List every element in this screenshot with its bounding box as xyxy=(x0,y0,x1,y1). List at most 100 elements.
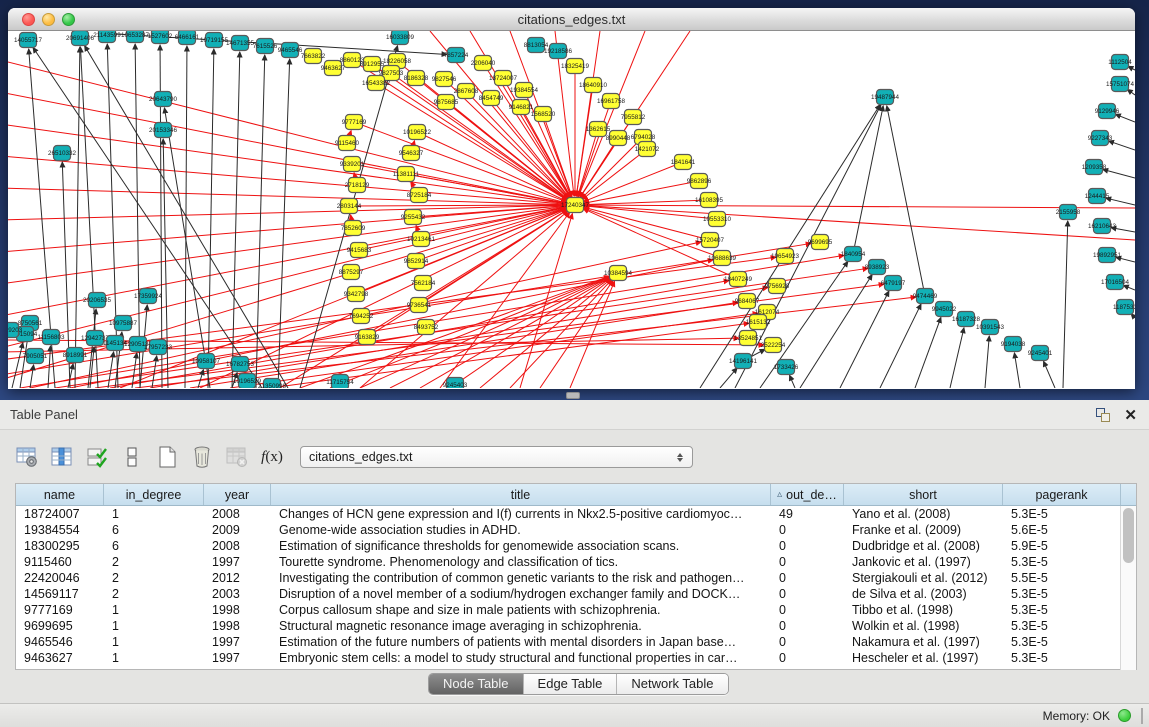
node-label: 16782753 xyxy=(226,361,255,368)
node-label: 18724007 xyxy=(489,75,518,82)
table-row[interactable]: 1872400712008Changes of HCN gene express… xyxy=(16,506,1136,522)
table-row[interactable]: 911546021997Tourette syndrome. Phenomeno… xyxy=(16,554,1136,570)
table-row[interactable]: 2242004622012Investigating the contribut… xyxy=(16,570,1136,586)
close-panel-icon[interactable]: ✕ xyxy=(1124,408,1137,423)
node-label: 10553310 xyxy=(703,216,732,223)
table-row[interactable]: 1938455462009Genome-wide association stu… xyxy=(16,522,1136,538)
table-row[interactable]: 946362711997Embryonic stem cells: a mode… xyxy=(16,650,1136,666)
node-label: 8493752 xyxy=(414,324,439,331)
tab-network-table[interactable]: Network Table xyxy=(617,674,727,694)
node-label: 19218586 xyxy=(544,48,573,55)
select-all-rows-icon xyxy=(85,445,109,469)
cell-name: 9463627 xyxy=(16,650,104,666)
node-label: 7955812 xyxy=(621,114,646,121)
node-label: 17359924 xyxy=(134,293,163,300)
column-header-short[interactable]: short xyxy=(844,484,1003,505)
statusbar-divider xyxy=(1141,708,1143,724)
cell-year: 1997 xyxy=(204,554,271,570)
table-vertical-scrollbar[interactable] xyxy=(1120,506,1136,670)
node-label: 1421072 xyxy=(635,146,660,153)
table-row[interactable]: 1830029562008Estimation of significance … xyxy=(16,538,1136,554)
table-row[interactable]: 1456911722003Disruption of a novel membe… xyxy=(16,586,1136,602)
node-label: 7615526 xyxy=(253,43,278,50)
node-label: 9129946 xyxy=(1095,108,1120,115)
node-label: 9245403 xyxy=(443,382,468,388)
node-label: 9463627 xyxy=(321,65,346,72)
node-label: 8938923 xyxy=(865,264,890,271)
show-columns-button[interactable] xyxy=(49,444,75,470)
delete-table-button[interactable] xyxy=(189,444,215,470)
delete-column-button[interactable] xyxy=(224,444,250,470)
column-header-name[interactable]: name xyxy=(16,484,104,505)
table-row[interactable]: 977716911998Corpus callosum shape and si… xyxy=(16,602,1136,618)
node-label: 9875685 xyxy=(434,99,459,106)
node-label: 9699695 xyxy=(808,239,833,246)
network-window-titlebar[interactable]: citations_edges.txt xyxy=(8,8,1135,31)
node-label: 1112504 xyxy=(1108,59,1132,66)
table-row[interactable]: 969969511998Structural magnetic resonanc… xyxy=(16,618,1136,634)
tab-edge-table[interactable]: Edge Table xyxy=(524,674,618,694)
node-label: 14196141 xyxy=(729,358,758,365)
table-row[interactable]: 946554611997Estimation of the future num… xyxy=(16,634,1136,650)
node-label: 7905051 xyxy=(23,353,48,360)
cell-year: 2003 xyxy=(204,586,271,602)
cell-title: Disruption of a novel member of a sodium… xyxy=(271,586,771,602)
table-mode-tabs: Node Table Edge Table Network Table xyxy=(428,673,729,695)
column-header-title[interactable]: title xyxy=(271,484,771,505)
table-selector-dropdown[interactable]: citations_edges.txt xyxy=(300,446,693,468)
node-label: 14055717 xyxy=(14,37,43,44)
cell-title: Estimation of significance thresholds fo… xyxy=(271,538,771,554)
table-body: 1872400712008Changes of HCN gene express… xyxy=(16,506,1136,666)
node-label: 8875297 xyxy=(339,269,364,276)
cell-name: 18300295 xyxy=(16,538,104,554)
node-label: 19487944 xyxy=(871,94,900,101)
cell-short: de Silva et al. (2003) xyxy=(844,586,1003,602)
node-label: 10719155 xyxy=(200,37,229,44)
node-label: 1615132 xyxy=(746,319,771,326)
node-label: 6466161 xyxy=(175,34,200,41)
function-builder-button[interactable]: f(x) xyxy=(259,444,285,470)
tab-node-table[interactable]: Node Table xyxy=(429,674,524,694)
node-label: 16187328 xyxy=(952,316,981,323)
network-canvas[interactable]: 1405571720691406211435991065328715276026… xyxy=(8,31,1135,388)
cell-name: 9465546 xyxy=(16,634,104,650)
cell-year: 2009 xyxy=(204,522,271,538)
network-window-title: citations_edges.txt xyxy=(8,8,1135,31)
new-table-button[interactable] xyxy=(154,444,180,470)
split-pane-grip[interactable] xyxy=(566,392,580,399)
column-header-out_de[interactable]: ▵out_de… xyxy=(771,484,844,505)
cell-short: Jankovic et al. (1997) xyxy=(844,554,1003,570)
cell-year: 2008 xyxy=(204,538,271,554)
select-all-rows-button[interactable] xyxy=(84,444,110,470)
clear-selection-button[interactable] xyxy=(119,444,145,470)
cell-title: Tourette syndrome. Phenomenology and cla… xyxy=(271,554,771,570)
column-header-pagerank[interactable]: pagerank xyxy=(1003,484,1121,505)
cell-out_de: 0 xyxy=(771,634,844,650)
cell-short: Nakamura et al. (1997) xyxy=(844,634,1003,650)
node-label: 9945022 xyxy=(932,306,957,313)
cell-year: 1998 xyxy=(204,618,271,634)
table-panel-header: Table Panel ✕ xyxy=(0,400,1149,430)
cell-out_de: 0 xyxy=(771,586,844,602)
cell-year: 1998 xyxy=(204,602,271,618)
node-label: 7663822 xyxy=(301,53,326,60)
scrollbar-thumb[interactable] xyxy=(1123,508,1134,563)
table-options-icon xyxy=(15,445,39,469)
node-label: 8725184 xyxy=(407,192,432,199)
node-label: 15751074 xyxy=(1106,81,1135,88)
node-label: 18640910 xyxy=(579,82,608,89)
cell-out_de: 0 xyxy=(771,650,844,666)
cell-name: 14569117 xyxy=(16,586,104,602)
cell-pagerank: 5.3E-5 xyxy=(1003,554,1121,570)
node-label: 16210643 xyxy=(1088,223,1117,230)
column-header-year[interactable]: year xyxy=(204,484,271,505)
cell-in_degree: 1 xyxy=(104,650,204,666)
network-canvas-container[interactable]: 1405571720691406211435991065328715276026… xyxy=(8,31,1135,388)
column-header-in_degree[interactable]: in_degree xyxy=(104,484,204,505)
node-label: 9115460 xyxy=(335,140,360,147)
table-options-button[interactable] xyxy=(14,444,40,470)
cell-name: 22420046 xyxy=(16,570,104,586)
node-label: 9777169 xyxy=(342,119,367,126)
float-panel-icon[interactable] xyxy=(1096,408,1110,422)
cell-title: Genome-wide association studies in ADHD. xyxy=(271,522,771,538)
